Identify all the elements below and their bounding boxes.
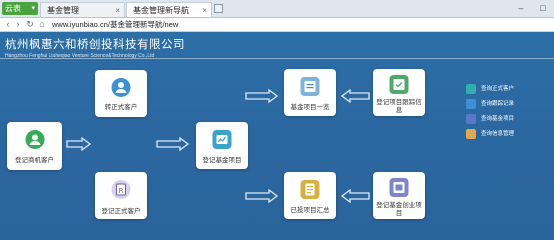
to-formal-card[interactable]: 转正式客户 [95,70,147,117]
browser-tab-bar: 云表 ▾ 基金管理 × 基金管理新导航 × – □ [0,0,554,18]
fund-list-card[interactable]: 基金项目一览 [284,69,336,116]
maximize-icon[interactable]: □ [537,2,549,14]
minimize-icon[interactable]: – [515,2,527,14]
tracking-record-icon [466,99,476,109]
address-bar: ‹ › ↻ ⌂ www.iyunbiao.cn/基金管理新导航/new [0,18,554,32]
register-lead-card[interactable]: 登记商机客户 [7,122,62,170]
close-icon[interactable]: × [115,3,120,18]
arrow-lead-to-formal [66,137,92,151]
back-icon[interactable]: ‹ [3,18,13,31]
formal-customer-icon: R [111,180,131,199]
fund-company-label: 登记基金创业项目 [373,202,425,218]
home-icon[interactable]: ⌂ [37,18,47,31]
arrow-track-to-list [340,89,370,103]
page-content: 杭州枫惠六和桥创投科技有限公司 Hangzhou Fenghui Liuheqi… [0,32,554,240]
fund-company-card[interactable]: 登记基金创业项目 [373,172,425,219]
fund-list-label: 基金项目一览 [290,104,330,111]
tab-fund-management[interactable]: 基金管理 × [40,2,125,17]
app-menu-label: 云表 [5,4,21,13]
app-menu-button[interactable]: 云表 ▾ [2,2,38,15]
lead-customer-icon [25,130,44,149]
svg-text:R: R [119,187,124,195]
query-link-label: 查询基金项目 [481,116,515,122]
company-name-cn: 杭州枫惠六和桥创投科技有限公司 [5,37,185,51]
register-formal-label: 登记正式客户 [101,208,141,215]
fund-project-icon [212,130,232,149]
arrow-company-to-invested [340,189,370,203]
tab-label: 基金管理 [47,6,79,15]
query-link-label: 查询跟踪记录 [481,101,515,107]
fund-list-icon [300,77,320,96]
to-formal-label: 转正式客户 [104,104,138,111]
chevron-down-icon: ▾ [31,5,35,12]
convert-customer-icon [111,78,131,97]
invested-summary-card[interactable]: 已投项目汇总 [284,172,336,219]
register-lead-label: 登记商机客户 [15,157,54,164]
track-info-card[interactable]: 登记项目跟踪信息 [373,69,425,116]
register-fund-card[interactable]: 登记基金项目 [196,122,248,169]
fund-company-text: 登记基金创业项目 [376,202,422,217]
company-brand: 杭州枫惠六和桥创投科技有限公司 Hangzhou Fenghui Liuheqi… [5,36,185,59]
new-tab-icon[interactable] [214,4,223,13]
forward-icon[interactable]: › [13,18,23,31]
fund-icon [466,114,476,124]
close-icon[interactable]: × [202,3,207,18]
register-fund-label: 登记基金项目 [202,157,242,164]
query-link-label: 查询信息管理 [481,131,515,137]
customer-icon [466,84,476,94]
tracking-icon [389,75,409,94]
query-link-label: 查询正式客户 [481,86,515,92]
arrow-to-invested [245,189,279,203]
tab-label: 基金管理新导航 [133,6,189,15]
track-info-label: 登记项目跟踪信息 [373,99,425,115]
url-field[interactable]: www.iyunbiao.cn/基金管理新导航/new [52,18,178,31]
track-info-text: 登记项目跟踪信息 [376,99,422,114]
info-management-icon [466,129,476,139]
refresh-icon[interactable]: ↻ [25,18,35,31]
header-divider [0,58,554,59]
arrow-formal-to-fund [156,137,190,151]
register-formal-card[interactable]: R 登记正式客户 [95,172,147,219]
arrow-to-fund-list [245,89,279,103]
fund-company-icon [389,178,409,197]
invested-summary-label: 已投项目汇总 [290,207,330,214]
invested-summary-icon [300,180,320,199]
tab-fund-navigation[interactable]: 基金管理新导航 × [126,2,212,17]
